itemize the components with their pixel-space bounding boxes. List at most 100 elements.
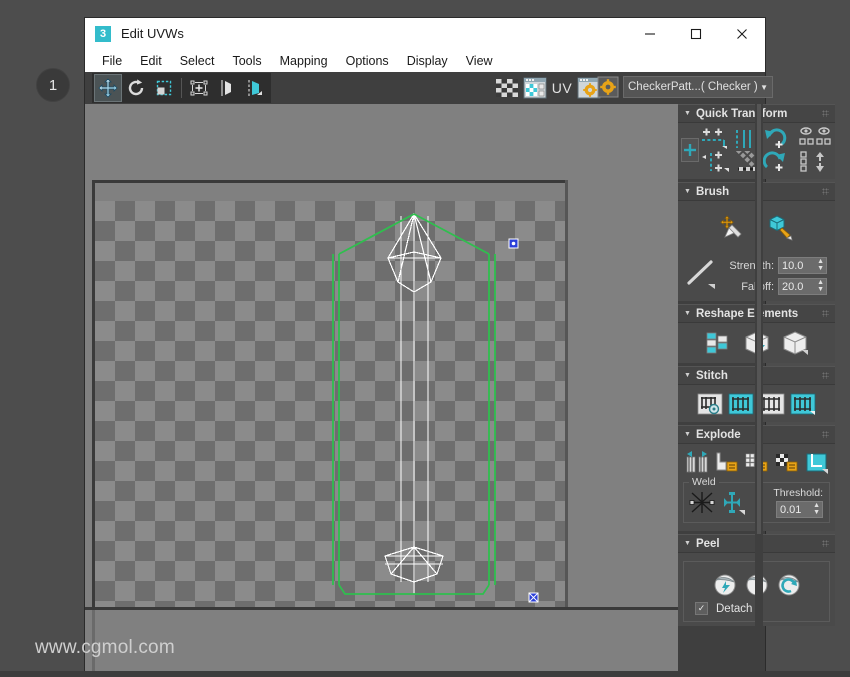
stitch-custom-icon[interactable] <box>697 391 724 416</box>
paint-relax-brush-icon[interactable] <box>765 213 797 243</box>
bottom-strip <box>0 671 850 677</box>
rollout-title: Reshape Elements <box>695 307 799 320</box>
chevron-down-icon: ▼ <box>684 540 691 547</box>
weld-group-title: Weld <box>689 476 719 488</box>
command-panel-scrollbar[interactable] <box>755 104 763 671</box>
step-badge: 1 <box>37 69 69 101</box>
break-icon[interactable] <box>683 450 711 476</box>
weld-threshold-value: 0.01 <box>780 503 802 516</box>
chevron-down-icon: ▼ <box>760 82 768 92</box>
align-horizontal-icon[interactable] <box>700 128 734 150</box>
uv-editor-canvas[interactable] <box>85 104 678 671</box>
quick-peel-icon[interactable] <box>710 570 740 598</box>
stitch-source-icon[interactable] <box>790 391 817 416</box>
chevron-down-icon: ▼ <box>684 110 691 117</box>
menu-bar: File Edit Select Tools Mapping Options D… <box>85 49 765 72</box>
scrollbar-thumb[interactable] <box>757 104 761 534</box>
brush-falloff-row: Falloff: 20.0 ▲▼ <box>726 278 835 295</box>
rescale-elements-icon[interactable] <box>704 329 734 357</box>
mirror-tool-button[interactable] <box>214 75 240 101</box>
mirror-flip-button[interactable] <box>242 75 268 101</box>
brush-strength-row: Strength: 10.0 ▲ ▼ <box>726 257 835 274</box>
window-client-area: UV CheckerPatt...(Checker) ▼ ▼ Quick T… <box>85 72 835 671</box>
chevron-down-icon: ▼ <box>684 310 691 317</box>
minimize-button[interactable] <box>627 18 673 49</box>
brush-strength-value: 10.0 <box>782 259 804 272</box>
app-icon-label: 3 <box>99 27 107 40</box>
transform-tool-group <box>92 73 271 103</box>
stitch-selected-icon[interactable] <box>728 391 755 416</box>
uv-gizmo-handles <box>508 238 539 603</box>
brush-strength-label: Strength: <box>729 259 774 272</box>
weld-selected-icon[interactable] <box>717 489 747 517</box>
rollout-title: Peel <box>695 537 720 550</box>
rotate-ccw-icon[interactable] <box>762 128 788 150</box>
show-map-checker-icon[interactable] <box>494 75 520 101</box>
flatten-by-polygon-angle-icon[interactable] <box>780 329 810 357</box>
grip-icon <box>822 540 829 547</box>
brush-strength-field[interactable]: 10.0 ▲ ▼ <box>778 257 827 274</box>
material-gear-icon[interactable] <box>597 76 619 98</box>
detach-label: Detach <box>716 602 753 615</box>
uv-label-text: UV <box>551 80 573 96</box>
chevron-down-icon: ▼ <box>684 431 691 438</box>
menu-mapping[interactable]: Mapping <box>271 52 337 70</box>
material-id-dropdown[interactable]: CheckerPatt...( Checker ) ▼ <box>623 76 773 98</box>
detach-checkbox[interactable]: ✓ <box>695 602 708 615</box>
maximize-button[interactable] <box>673 18 719 49</box>
pelt-map-icon[interactable] <box>774 570 804 598</box>
rotate-tool-button[interactable] <box>123 75 149 101</box>
grip-icon <box>822 431 829 438</box>
menu-options[interactable]: Options <box>337 52 398 70</box>
spinner-arrows-icon[interactable]: ▲ ▼ <box>817 279 824 293</box>
rotate-cw-icon[interactable] <box>762 151 788 173</box>
uv-toolbar: UV CheckerPatt...(Checker) ▼ <box>85 72 773 104</box>
grip-icon <box>822 372 829 379</box>
freeform-mode-button[interactable] <box>186 75 212 101</box>
close-button[interactable] <box>719 18 765 49</box>
scale-tool-button[interactable] <box>151 75 177 101</box>
spinner-arrows-icon[interactable]: ▲ ▼ <box>817 258 824 272</box>
max-3-icon: 3 <box>95 25 111 42</box>
title-bar: 3 Edit UVWs <box>85 18 765 49</box>
brush-falloff-value: 20.0 <box>782 280 804 293</box>
align-vertical-icon[interactable] <box>700 151 734 173</box>
weld-threshold-field[interactable]: 0.01 ▲ ▼ <box>776 501 823 518</box>
rollout-title: Stitch <box>695 369 728 382</box>
watermark: www.cgmol.com <box>35 637 175 658</box>
menu-display[interactable]: Display <box>398 52 457 70</box>
show-map-in-viewport-icon[interactable] <box>522 75 548 101</box>
brush-falloff-field[interactable]: 20.0 ▲ ▼ <box>778 278 827 295</box>
menu-select[interactable]: Select <box>171 52 224 70</box>
mirror-v-icon[interactable] <box>798 151 834 173</box>
break-by-material-id-icon[interactable] <box>713 450 741 476</box>
grip-icon <box>822 310 829 317</box>
step-badge-number: 1 <box>48 76 58 94</box>
grip-icon <box>822 188 829 195</box>
break-by-element-icon[interactable] <box>803 450 831 476</box>
window-controls <box>627 18 765 49</box>
menu-edit[interactable]: Edit <box>131 52 171 70</box>
chevron-down-icon: ▼ <box>684 372 691 379</box>
spinner-arrows-icon[interactable]: ▲ ▼ <box>813 502 820 516</box>
menu-file[interactable]: File <box>93 52 131 70</box>
rollout-title: Quick Transform <box>695 107 788 120</box>
paint-move-brush-icon[interactable] <box>717 213 747 243</box>
material-id-value: CheckerPatt...( Checker ) <box>628 81 758 93</box>
check-icon: ✓ <box>697 603 706 613</box>
uv-mesh-overlay <box>332 212 539 603</box>
break-by-angle-icon[interactable] <box>773 450 801 476</box>
edit-uvws-window: 3 Edit UVWs File Edit Select Tools Mappi <box>85 18 835 671</box>
align-to-edge-icon[interactable] <box>681 138 699 162</box>
rollout-title: Explode <box>695 428 741 441</box>
chevron-down-icon: ▼ <box>684 188 691 195</box>
display-tool-group: UV <box>493 73 603 103</box>
move-tool-button[interactable] <box>94 74 122 102</box>
uv-label[interactable]: UV <box>550 75 574 101</box>
mirror-h-icon[interactable] <box>798 127 834 147</box>
menu-tools[interactable]: Tools <box>223 52 270 70</box>
material-dropdown-row: CheckerPatt...( Checker ) ▼ <box>597 76 773 98</box>
brush-falloff-curve-icon[interactable] <box>684 257 720 291</box>
menu-view[interactable]: View <box>457 52 502 70</box>
target-weld-icon[interactable] <box>687 489 717 517</box>
